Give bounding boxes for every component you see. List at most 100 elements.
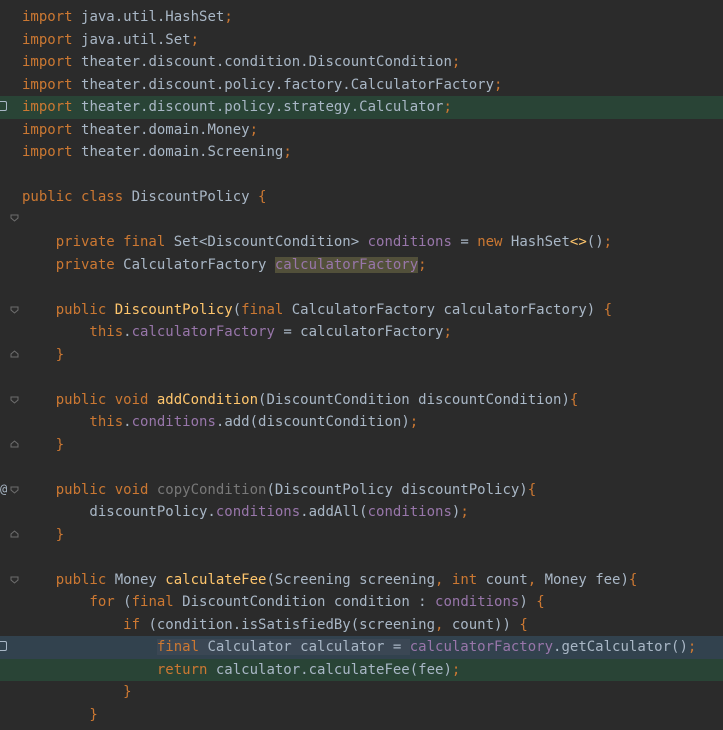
fold-end-marker-icon[interactable] <box>10 440 19 448</box>
bookmark-icon[interactable] <box>0 101 7 111</box>
fold-end-marker-icon[interactable] <box>10 350 19 358</box>
code-token: ; <box>603 234 613 250</box>
code-line[interactable]: } <box>0 344 723 367</box>
code-line[interactable] <box>0 546 723 569</box>
code-line[interactable]: public void copyCondition(DiscountPolicy… <box>0 479 723 502</box>
code-line[interactable]: private final Set<DiscountCondition> con… <box>0 231 723 254</box>
code-line[interactable]: import theater.domain.Money; <box>0 119 723 142</box>
fold-end-marker-icon[interactable] <box>10 530 19 538</box>
code-token: ( <box>123 594 132 610</box>
code-line[interactable]: for (final DiscountCondition condition :… <box>0 591 723 614</box>
code-token: final <box>241 301 292 318</box>
code-token: calculatorFactory <box>131 324 275 340</box>
code-token: (condition.isSatisfiedBy(screening <box>148 616 436 633</box>
fold-marker-icon[interactable] <box>10 486 19 494</box>
code-line[interactable]: public class DiscountPolicy { <box>0 186 723 209</box>
code-line-content: for (final DiscountCondition condition :… <box>22 591 544 614</box>
code-line[interactable]: this.conditions.add(discountCondition); <box>0 411 723 434</box>
code-line[interactable]: final Calculator calculator = calculator… <box>0 636 723 659</box>
code-line[interactable]: } <box>0 704 723 727</box>
code-token: , <box>435 616 452 633</box>
code-line-content: public void copyCondition(DiscountPolicy… <box>22 479 536 502</box>
code-token: . <box>123 324 132 340</box>
code-line[interactable]: } <box>0 681 723 704</box>
code-token: calculator.calculateFee(fee) <box>215 661 452 678</box>
code-line[interactable] <box>0 209 723 232</box>
code-line[interactable]: if (condition.isSatisfiedBy(screening, c… <box>0 614 723 637</box>
code-token: this <box>22 324 124 340</box>
code-line[interactable]: import theater.discount.condition.Discou… <box>0 51 723 74</box>
code-line[interactable] <box>0 164 723 187</box>
code-token: { <box>628 571 638 588</box>
code-editor[interactable]: import java.util.HashSet; import java.uti… <box>0 0 723 730</box>
code-line[interactable]: import theater.discount.policy.factory.C… <box>0 74 723 97</box>
code-token: final <box>131 594 183 610</box>
code-token: ; <box>249 121 259 138</box>
code-line[interactable]: import java.util.HashSet; <box>0 6 723 29</box>
code-token: .addAll( <box>300 504 368 520</box>
code-line[interactable]: import theater.domain.Screening; <box>0 141 723 164</box>
code-token: ; <box>451 661 461 678</box>
code-token: DiscountPolicy <box>114 301 233 318</box>
bookmark-icon[interactable] <box>0 641 7 651</box>
code-token: conditions <box>367 234 452 250</box>
code-line[interactable]: import java.util.Set; <box>0 29 723 52</box>
code-token: Set<DiscountCondition> <box>173 234 368 250</box>
code-line[interactable]: public DiscountPolicy(final CalculatorFa… <box>0 299 723 322</box>
code-token: . <box>123 414 132 430</box>
code-line-content: this.calculatorFactory = calculatorFacto… <box>22 321 451 344</box>
code-token: import <box>22 99 82 115</box>
code-token: DiscountCondition condition : <box>182 594 436 610</box>
fold-marker-icon[interactable] <box>10 214 19 222</box>
code-token: , <box>527 571 545 588</box>
code-line[interactable]: this.calculatorFactory = calculatorFacto… <box>0 321 723 344</box>
code-token: calculatorFactory <box>274 256 419 273</box>
code-line[interactable]: } <box>0 524 723 547</box>
code-line[interactable]: public void addCondition(DiscountConditi… <box>0 389 723 412</box>
code-line-content: import java.util.HashSet; <box>22 6 233 29</box>
code-line[interactable]: } <box>0 434 723 457</box>
code-token: ; <box>494 76 503 93</box>
code-token: private <box>22 256 124 273</box>
code-token: theater.discount.policy.factory.Calculat… <box>81 76 495 93</box>
code-token: theater.discount.condition.DiscountCondi… <box>81 54 452 70</box>
code-token: theater.discount.policy.strategy.Calcula… <box>81 99 444 115</box>
code-token: addCondition <box>156 391 259 408</box>
code-token: if <box>22 616 149 633</box>
code-token: import <box>22 31 82 48</box>
code-line[interactable]: public Money calculateFee(Screening scre… <box>0 569 723 592</box>
override-at-icon[interactable]: @ <box>0 478 7 500</box>
code-token: import <box>22 121 82 138</box>
fold-marker-icon[interactable] <box>10 396 19 404</box>
code-token: ( <box>232 301 242 318</box>
code-token: { <box>603 301 613 318</box>
code-token: DiscountPolicy <box>131 189 259 205</box>
fold-marker-icon[interactable] <box>10 576 19 584</box>
code-token: ; <box>687 639 697 655</box>
code-token: ; <box>283 144 292 160</box>
fold-marker-icon[interactable] <box>10 306 19 314</box>
code-line[interactable] <box>0 366 723 389</box>
code-line-content: return calculator.calculateFee(fee); <box>22 659 460 682</box>
code-line[interactable] <box>0 456 723 479</box>
code-token: Money fee) <box>544 571 629 588</box>
code-line[interactable]: import theater.discount.policy.strategy.… <box>0 96 723 119</box>
code-token: ; <box>409 414 419 430</box>
code-token: conditions <box>367 504 452 520</box>
code-token: public class <box>22 189 132 205</box>
code-line[interactable]: return calculator.calculateFee(fee); <box>0 658 723 682</box>
code-token: ) <box>519 594 537 610</box>
code-token: .add(discountCondition) <box>215 414 410 430</box>
code-line-content: import theater.discount.policy.factory.C… <box>22 74 502 97</box>
code-token: ; <box>460 504 469 520</box>
code-line[interactable]: private CalculatorFactory calculatorFact… <box>0 254 723 277</box>
code-line-content: public Money calculateFee(Screening scre… <box>22 569 638 592</box>
code-token: { <box>519 616 528 633</box>
code-token: return <box>22 661 216 678</box>
code-token: { <box>569 391 579 408</box>
code-line-content: } <box>22 704 97 727</box>
code-line[interactable] <box>0 276 723 299</box>
code-token: .getCalculator() <box>553 639 688 655</box>
code-token: } <box>22 436 65 453</box>
code-line[interactable]: discountPolicy.conditions.addAll(conditi… <box>0 501 723 524</box>
